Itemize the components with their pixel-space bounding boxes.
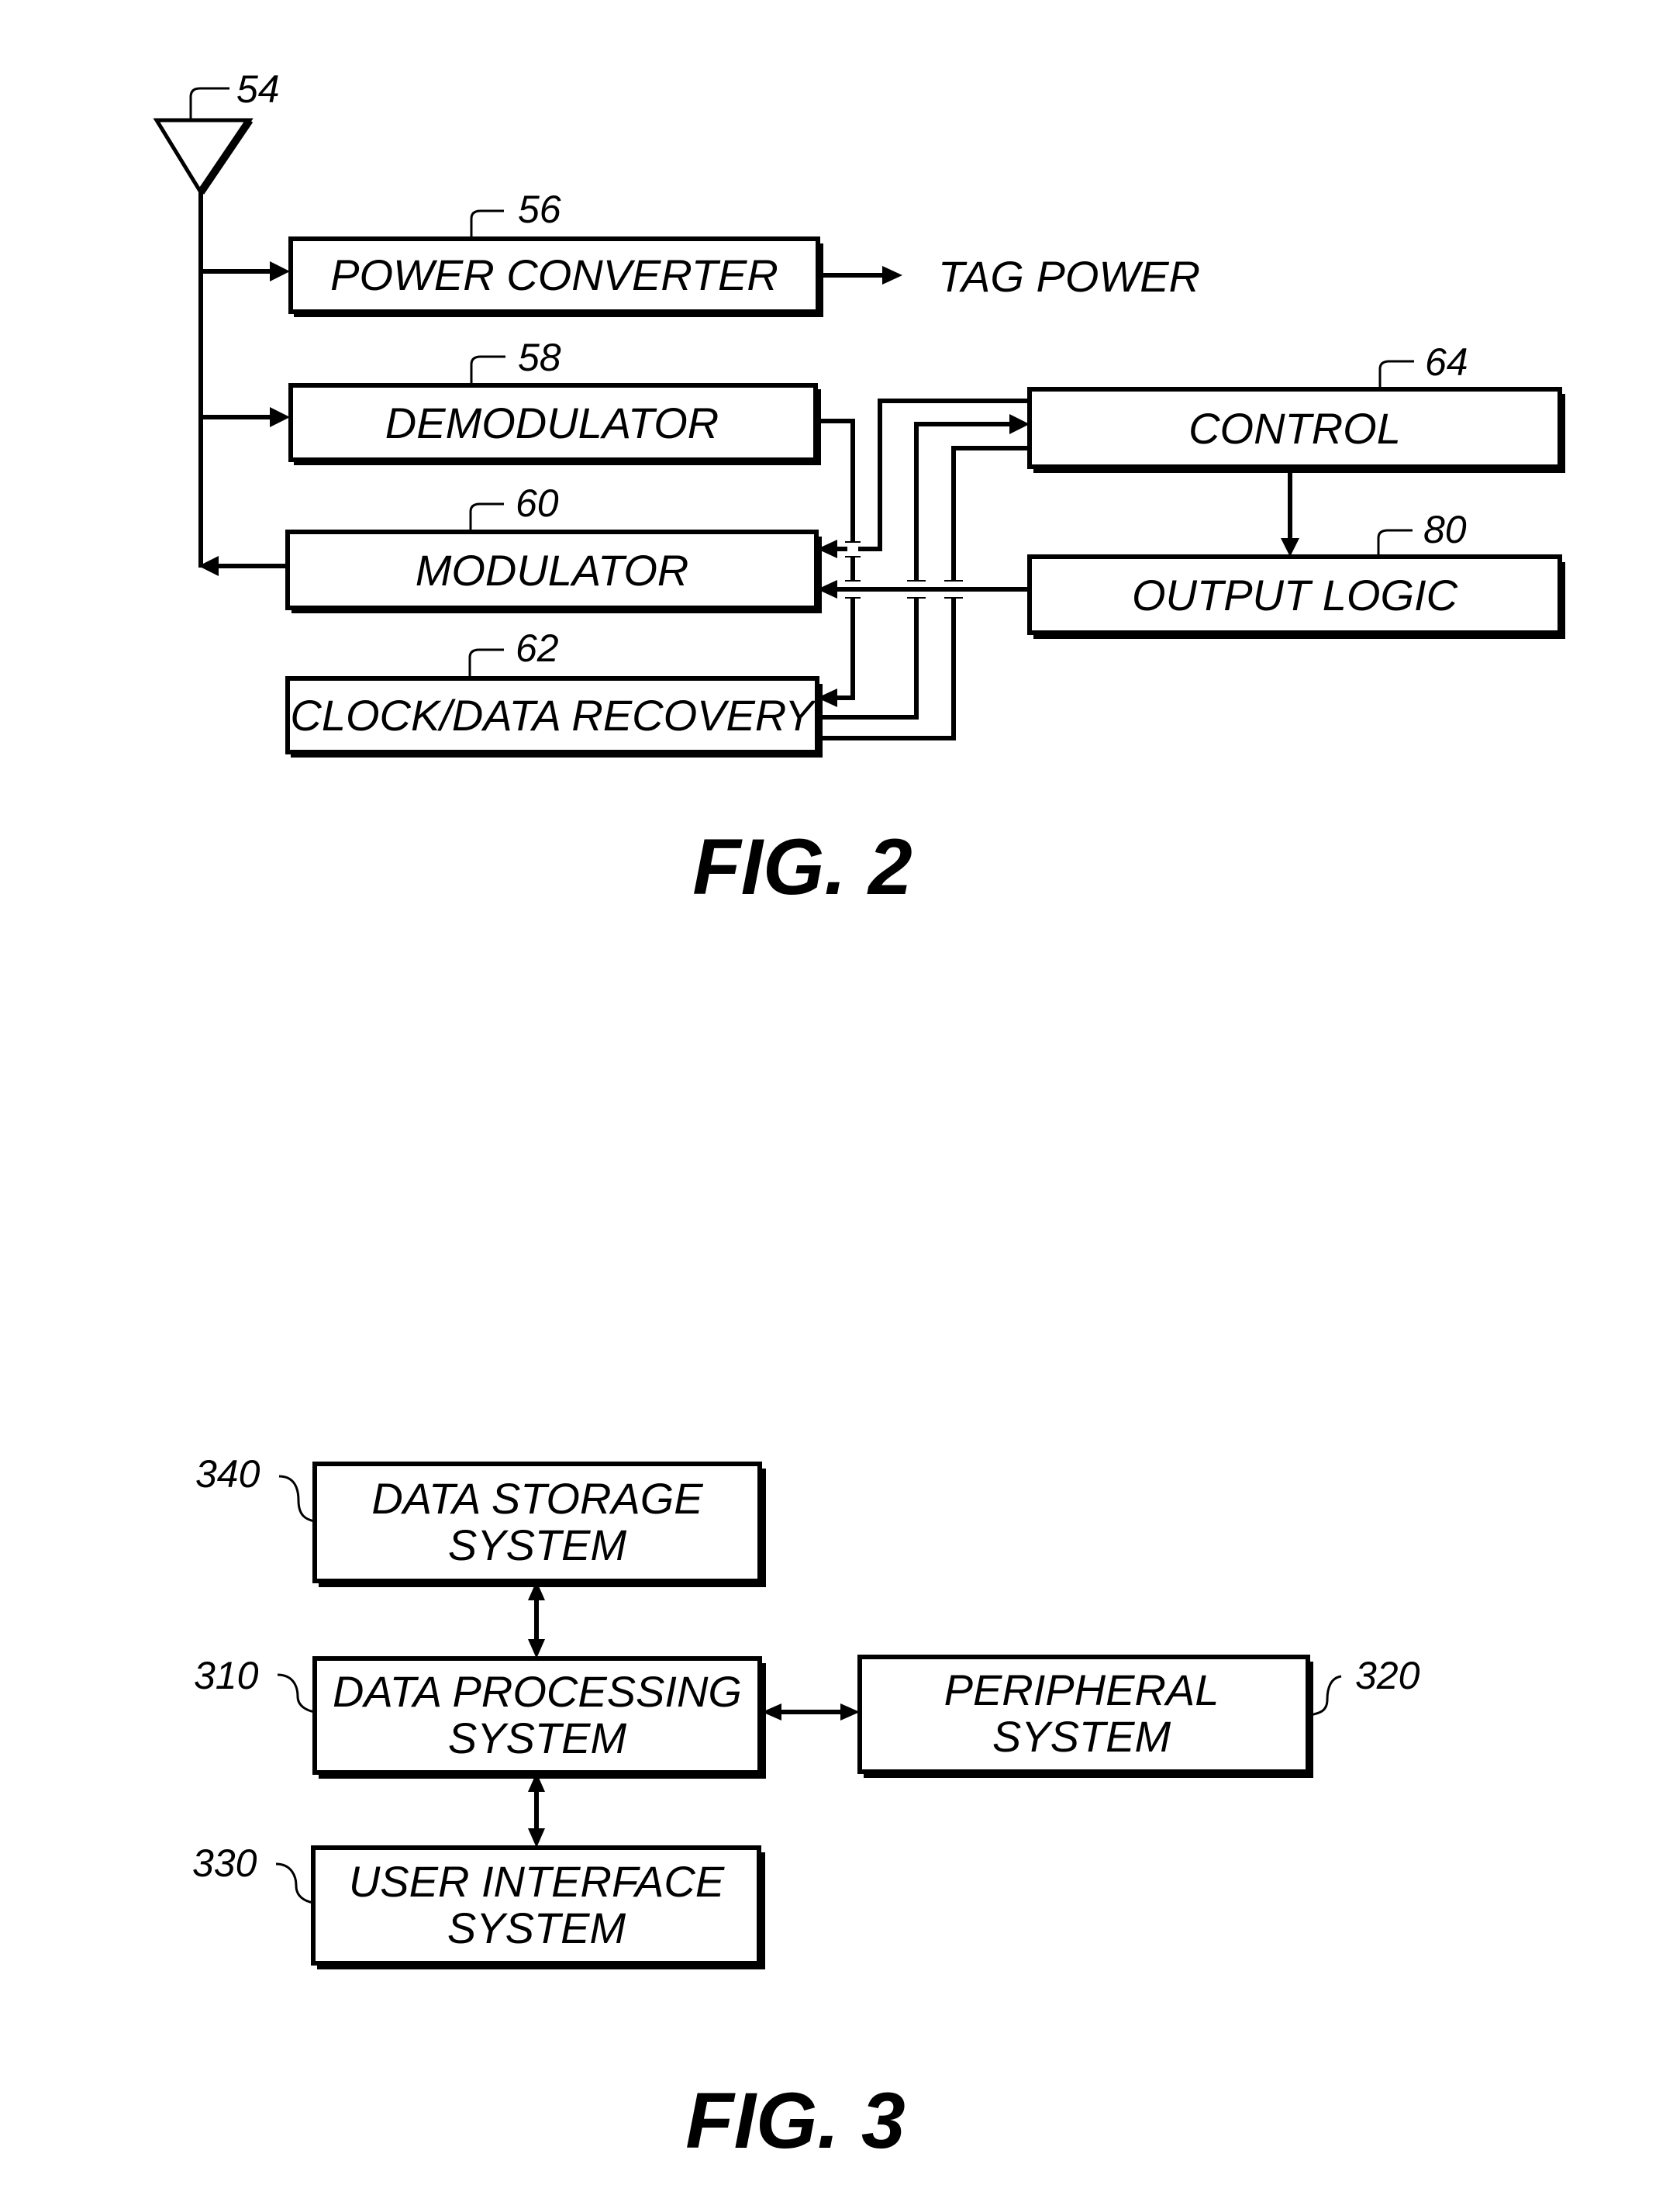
wire-clock-data-recovery-to-control-1 xyxy=(817,422,1011,720)
demodulator-ref-leader xyxy=(470,355,505,385)
data-processing-label-line1: DATA PROCESSING xyxy=(333,1667,742,1716)
control-ref-leader xyxy=(1378,360,1414,389)
power-converter-ref-leader xyxy=(470,209,504,239)
control-block: CONTROL xyxy=(1027,387,1565,473)
modulator-ref: 60 xyxy=(516,481,559,525)
data-processing-system-block: DATA PROCESSING SYSTEM xyxy=(312,1656,766,1779)
output-logic-block: OUTPUT LOGIC xyxy=(1027,554,1565,639)
output-logic-ref: 80 xyxy=(1423,508,1467,551)
arrowhead xyxy=(840,1703,860,1721)
data-storage-ref-leader xyxy=(278,1475,316,1523)
arrowhead xyxy=(270,407,290,427)
fig2-caption: FIG. 2 xyxy=(692,823,912,911)
tag-power-label: TAG POWER xyxy=(938,252,1200,301)
output-logic-ref-leader xyxy=(1377,529,1413,557)
clock-data-recovery-ref: 62 xyxy=(516,626,559,670)
patent-drawing-sheet: 54 POWER CONVERTER 56 TAG POWER DEMODULA… xyxy=(153,67,1565,2165)
power-converter-ref: 56 xyxy=(518,188,561,231)
arrowhead xyxy=(882,266,902,285)
data-storage-label-line1: DATA STORAGE xyxy=(371,1474,703,1523)
user-interface-ref-leader xyxy=(275,1862,314,1904)
demodulator-block: DEMODULATOR xyxy=(288,383,821,465)
data-processing-ref: 310 xyxy=(194,1654,259,1697)
link-processing-peripheral xyxy=(762,1703,860,1721)
modulator-label: MODULATOR xyxy=(416,546,689,595)
clock-data-recovery-block: CLOCK/DATA RECOVERY xyxy=(285,676,823,758)
control-label: CONTROL xyxy=(1188,404,1401,453)
clock-data-recovery-ref-leader xyxy=(468,648,504,678)
modulator-block: MODULATOR xyxy=(285,530,822,613)
user-interface-ref: 330 xyxy=(192,1841,257,1885)
demodulator-label: DEMODULATOR xyxy=(385,399,719,447)
user-interface-label-line2: SYSTEM xyxy=(447,1904,626,1952)
arrowhead xyxy=(528,1639,545,1658)
data-storage-ref: 340 xyxy=(195,1452,260,1496)
output-logic-label: OUTPUT LOGIC xyxy=(1132,571,1458,620)
arrowhead xyxy=(1009,414,1030,434)
modulator-ref-leader xyxy=(469,502,504,532)
power-converter-block: POWER CONVERTER xyxy=(288,236,823,317)
data-processing-ref-leader xyxy=(277,1673,316,1714)
peripheral-label-line1: PERIPHERAL xyxy=(944,1665,1219,1714)
power-converter-label: POWER CONVERTER xyxy=(330,250,778,299)
fig2-diagram: 54 POWER CONVERTER 56 TAG POWER DEMODULA… xyxy=(153,67,1565,911)
clock-data-recovery-label: CLOCK/DATA RECOVERY xyxy=(290,691,816,740)
peripheral-label-line2: SYSTEM xyxy=(992,1712,1171,1761)
data-storage-system-block: DATA STORAGE SYSTEM xyxy=(312,1462,766,1587)
link-storage-processing xyxy=(528,1581,545,1658)
fig3-caption: FIG. 3 xyxy=(685,2076,905,2165)
data-processing-label-line2: SYSTEM xyxy=(448,1714,627,1762)
user-interface-label-line1: USER INTERFACE xyxy=(349,1857,725,1906)
demodulator-ref: 58 xyxy=(518,336,561,379)
user-interface-system-block: USER INTERFACE SYSTEM xyxy=(311,1845,765,1969)
link-processing-user-interface xyxy=(528,1772,545,1848)
peripheral-system-block: PERIPHERAL SYSTEM xyxy=(857,1655,1313,1778)
peripheral-ref: 320 xyxy=(1355,1654,1420,1697)
arrowhead xyxy=(528,1828,545,1848)
arrowhead xyxy=(1281,538,1299,557)
antenna-ref: 54 xyxy=(236,67,280,111)
peripheral-ref-leader xyxy=(1309,1675,1342,1717)
antenna-icon xyxy=(153,118,254,196)
control-ref: 64 xyxy=(1425,340,1468,384)
fig3-diagram: DATA STORAGE SYSTEM 340 DATA PROCESSING … xyxy=(192,1452,1420,2165)
antenna-ref-leader xyxy=(189,87,229,120)
arrowhead xyxy=(270,261,290,281)
data-storage-label-line2: SYSTEM xyxy=(448,1520,627,1569)
